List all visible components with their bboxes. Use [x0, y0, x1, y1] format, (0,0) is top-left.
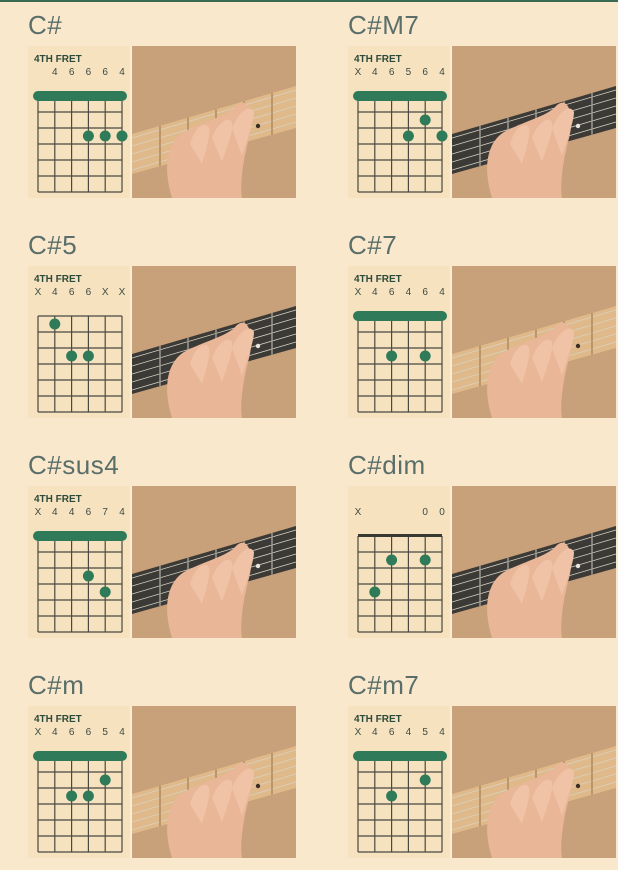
- fret-inlay: [255, 343, 261, 349]
- nut-bar: [358, 534, 442, 537]
- finger-dot: [82, 570, 94, 582]
- chord-diagram: 4TH FRET X 4 6 4 5 4: [348, 706, 450, 858]
- hand-illustration: [452, 706, 616, 858]
- chord-diagram: 4TH FRET X 4 6 6 5 4: [28, 706, 130, 858]
- fret-inlay: [255, 563, 261, 569]
- fretboard-grid: [37, 315, 123, 413]
- chord-name: C#: [28, 10, 63, 40]
- finger-dot: [82, 790, 94, 802]
- hand-illustration: [452, 486, 616, 638]
- barre-bar: [33, 751, 127, 761]
- chord-diagram: 4TH FRET X 4 6 4 6 4: [348, 266, 450, 418]
- finger-dot: [436, 130, 448, 142]
- finger-dot: [66, 350, 78, 362]
- chord-name: C#m7: [348, 670, 420, 700]
- chord-panel: 4TH FRET 4 6 6 6 4: [28, 46, 296, 198]
- hand-photo: [452, 46, 616, 198]
- chord-card-0: C# 4TH FRET 4 6 6 6 4: [28, 10, 298, 210]
- fret-inlay: [575, 343, 581, 349]
- fret-inlay: [575, 123, 581, 129]
- finger-dot: [419, 554, 431, 566]
- finger-dot: [99, 130, 111, 142]
- hand-photo: [132, 46, 296, 198]
- chord-panel: 4TH FRET X 4 6 4 6 4: [348, 266, 616, 418]
- fretboard-grid: [33, 751, 127, 853]
- hand-photo: [452, 266, 616, 418]
- chord-name: C#sus4: [28, 450, 120, 480]
- hand-illustration: [132, 266, 296, 418]
- finger-dot: [386, 790, 398, 802]
- chord-diagram: 4TH FRET X 4 6 6 X X: [28, 266, 130, 418]
- fretboard-grid: [353, 751, 447, 853]
- barre-bar: [353, 311, 447, 321]
- finger-dot: [386, 554, 398, 566]
- fretboard-grid: [357, 534, 443, 633]
- hand-illustration: [452, 46, 616, 198]
- hand-illustration: [132, 706, 296, 858]
- barre-bar: [353, 91, 447, 101]
- hand-photo: [452, 486, 616, 638]
- hand-photo: [132, 486, 296, 638]
- fret-inlay: [255, 123, 261, 129]
- chord-name: C#7: [348, 230, 398, 260]
- chord-panel: 4TH FRET X 4 6 5 6 4: [348, 46, 616, 198]
- chord-name: C#5: [28, 230, 78, 260]
- hand-illustration: [452, 266, 616, 418]
- finger-dot: [419, 350, 431, 362]
- chord-card-3: C#7 4TH FRET X 4 6 4 6 4: [348, 230, 618, 430]
- fret-inlay: [575, 783, 581, 789]
- fretboard-grid: [353, 91, 448, 193]
- finger-dot: [369, 586, 381, 598]
- finger-dot: [82, 130, 94, 142]
- chord-name: C#dim: [348, 450, 426, 480]
- chord-card-6: C#m 4TH FRET X 4 6 6 5 4: [28, 670, 298, 870]
- hand-photo: [452, 706, 616, 858]
- hand-photo: [132, 266, 296, 418]
- hand-photo: [132, 706, 296, 858]
- chord-diagram: X00: [348, 486, 450, 638]
- fretboard-grid: [33, 91, 128, 193]
- finger-dot: [99, 586, 111, 598]
- hand-illustration: [132, 486, 296, 638]
- finger-dot: [99, 774, 111, 786]
- finger-dot: [419, 774, 431, 786]
- barre-bar: [353, 751, 447, 761]
- chord-diagram: 4TH FRET X 4 4 6 7 4: [28, 486, 130, 638]
- barre-bar: [33, 91, 127, 101]
- finger-dot: [402, 130, 414, 142]
- top-rule: [0, 0, 618, 2]
- chord-panel: 4TH FRET X 4 6 6 5 4: [28, 706, 296, 858]
- fret-inlay: [575, 563, 581, 569]
- finger-dot: [82, 350, 94, 362]
- finger-dot: [116, 130, 128, 142]
- chord-card-4: C#sus4 4TH FRET X 4 4 6 7 4: [28, 450, 298, 650]
- chord-panel: 4TH FRET X 4 6 6 X X: [28, 266, 296, 418]
- chord-panel: 4TH FRET X 4 4 6 7 4: [28, 486, 296, 638]
- chord-name: C#M7: [348, 10, 420, 40]
- finger-dot: [386, 350, 398, 362]
- chord-diagram: 4TH FRET 4 6 6 6 4: [28, 46, 130, 198]
- chord-panel: 4TH FRET X 4 6 4 5 4: [348, 706, 616, 858]
- fretboard-grid: [33, 531, 127, 633]
- finger-dot: [66, 790, 78, 802]
- chord-card-2: C#5 4TH FRET X 4 6 6 X X: [28, 230, 298, 430]
- chord-diagram: 4TH FRET X 4 6 5 6 4: [348, 46, 450, 198]
- hand-illustration: [132, 46, 296, 198]
- fret-inlay: [255, 783, 261, 789]
- finger-dot: [419, 114, 431, 126]
- chord-card-1: C#M7 4TH FRET X 4 6 5 6 4: [348, 10, 618, 210]
- finger-dot: [49, 318, 61, 330]
- chord-panel: X00: [348, 486, 616, 638]
- chord-name: C#m: [28, 670, 85, 700]
- fretboard-grid: [353, 311, 447, 413]
- chord-card-5: C#dim X 0 0: [348, 450, 618, 650]
- chord-card-7: C#m7 4TH FRET X 4 6 4 5 4: [348, 670, 618, 870]
- barre-bar: [33, 531, 127, 541]
